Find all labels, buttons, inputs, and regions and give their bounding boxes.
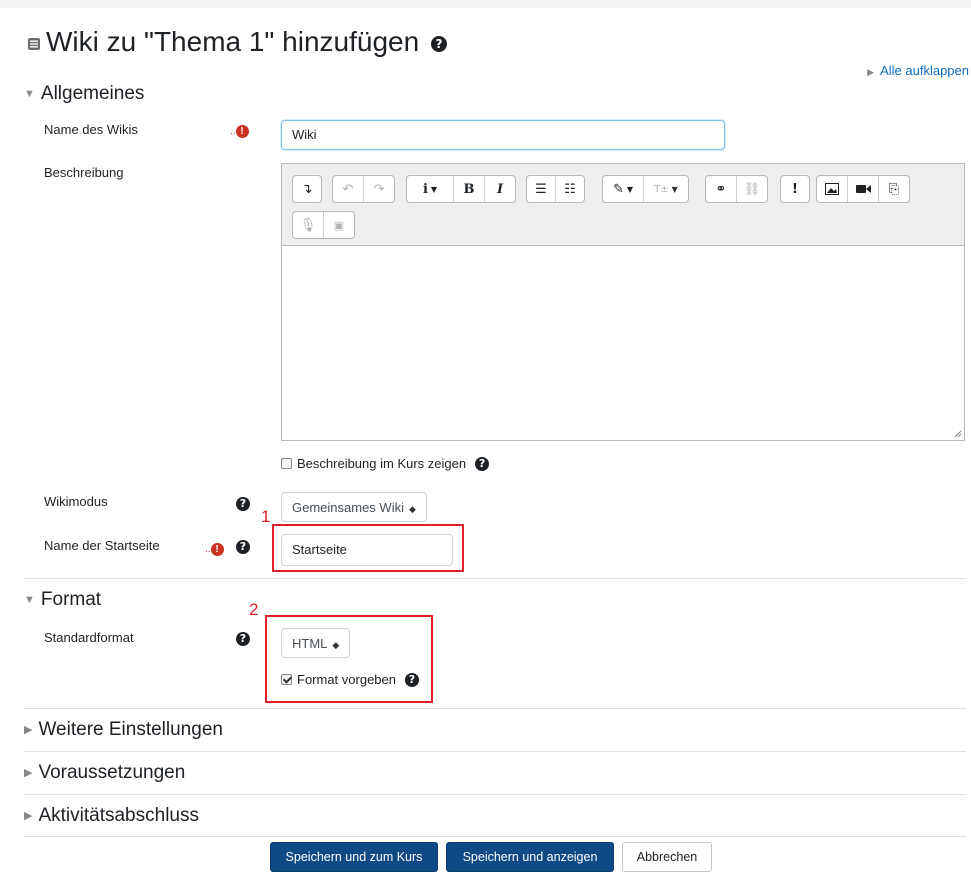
link-icon[interactable]: ⚭ [706,176,737,202]
select-arrows-icon: ◆ [408,504,416,514]
toolbar-group-media: ⎘ [816,175,910,203]
font-color-icon[interactable]: ✎ ▼ [603,176,644,202]
section-divider [24,708,966,709]
insert-media-icon[interactable] [848,176,879,202]
default-format-help-icon[interactable]: ? [236,632,250,646]
description-label: Beschreibung [44,165,124,180]
show-description-help-icon[interactable]: ? [475,456,490,471]
toolbar-group-collapse: ↴ [292,175,322,203]
wiki-mode-help-icon[interactable]: ? [236,497,250,511]
unordered-list-icon[interactable]: ☰ [527,176,556,202]
ordered-list-icon[interactable]: ☷ [556,176,584,202]
toolbar-group-format: ✎ ▼ T± ▼ [602,175,689,203]
wiki-name-label: Name des Wikis [44,122,138,137]
default-format-label: Standardformat [44,630,134,645]
section-more-settings-toggle[interactable]: ▶ Weitere Einstellungen [24,719,223,741]
annotation-marker-1: 1 [261,507,271,526]
section-divider [24,751,966,752]
toolbar-group-links: ⚭ ⛓ [705,175,768,203]
show-description-checkbox[interactable] [281,458,292,469]
annotation-marker-2: 2 [249,600,259,619]
show-more-buttons-icon[interactable]: ↴ [293,176,321,202]
paragraph-styles-icon[interactable]: i ▼ [407,176,454,202]
section-general-toggle[interactable]: ▼ Allgemeines [24,83,144,105]
toolbar-group-accessibility: ! [780,175,810,203]
undo-icon[interactable]: ↶ [333,176,364,202]
wiki-mode-select[interactable]: Gemeinsames Wiki ◆ [281,492,427,522]
toolbar-group-lists: ☰ ☷ [526,175,585,203]
expand-all-chevron-icon: ▶ [867,67,875,77]
record-video-icon[interactable]: ▣ [324,212,354,238]
default-format-select[interactable]: HTML ◆ [281,628,351,658]
section-restrictions-toggle[interactable]: ▶ Voraussetzungen [24,762,185,784]
unlink-icon[interactable]: ⛓ [737,176,767,202]
force-format-help-icon[interactable]: ? [405,672,419,687]
toolbar-group-recording: 🎙︎ ▣ [292,211,355,239]
resize-handle-icon[interactable] [952,428,962,438]
wiki-name-required-icon: ..! [230,121,249,139]
start-page-label: Name der Startseite [44,538,160,553]
manage-files-icon[interactable]: ⎘ [879,176,909,202]
top-strip [0,0,971,8]
insert-image-icon[interactable] [817,176,848,202]
show-description-option: Beschreibung im Kurs zeigen ? [281,456,490,471]
title-help-icon[interactable]: ? [430,36,447,52]
section-collapsed-icon: ▶ [24,767,33,779]
wiki-name-input[interactable]: Wiki [281,120,725,150]
section-expanded-icon: ▼ [24,594,35,606]
section-divider [24,794,966,795]
section-divider [24,578,966,579]
start-page-help-icon[interactable]: ? [236,540,250,554]
record-audio-icon[interactable]: 🎙︎ [293,212,324,238]
section-completion-toggle[interactable]: ▶ Aktivitätsabschluss [24,805,199,827]
redo-icon[interactable]: ↷ [364,176,394,202]
accessibility-checker-icon[interactable]: ! [781,176,809,202]
save-and-display-button[interactable]: Speichern und anzeigen [446,842,614,872]
expand-all-link[interactable]: ▶ Alle aufklappen [867,63,969,78]
section-format-toggle[interactable]: ▼ Format [24,589,101,611]
start-page-required-icon: ..! [205,539,224,557]
toolbar-group-history: ↶ ↷ [332,175,395,203]
save-and-return-button[interactable]: Speichern und zum Kurs [270,842,438,872]
wiki-activity-icon [28,38,40,50]
description-editor[interactable] [281,245,965,441]
section-collapsed-icon: ▶ [24,724,33,736]
select-arrows-icon: ◆ [332,640,340,650]
font-size-icon[interactable]: T± ▼ [644,176,688,202]
cancel-button[interactable]: Abbrechen [622,842,712,872]
bold-icon[interactable]: B [454,176,485,202]
force-format-option: Format vorgeben ? [281,672,419,687]
italic-icon[interactable]: I [485,176,515,202]
force-format-checkbox[interactable] [281,674,292,685]
page-title: Wiki zu "Thema 1" hinzufügen ? [46,26,447,58]
wiki-mode-label: Wikimodus [44,494,108,509]
toolbar-group-style: i ▼ B I [406,175,516,203]
section-divider [24,836,966,837]
section-collapsed-icon: ▶ [24,810,33,822]
editor-toolbar: ↴ ↶ ↷ i ▼ B I ☰ ☷ ✎ ▼ T± ▼ ⚭ ⛓ ! ⎘ 🎙︎ ▣ [281,163,965,245]
start-page-input[interactable]: Startseite [281,534,453,566]
section-expanded-icon: ▼ [24,88,35,100]
